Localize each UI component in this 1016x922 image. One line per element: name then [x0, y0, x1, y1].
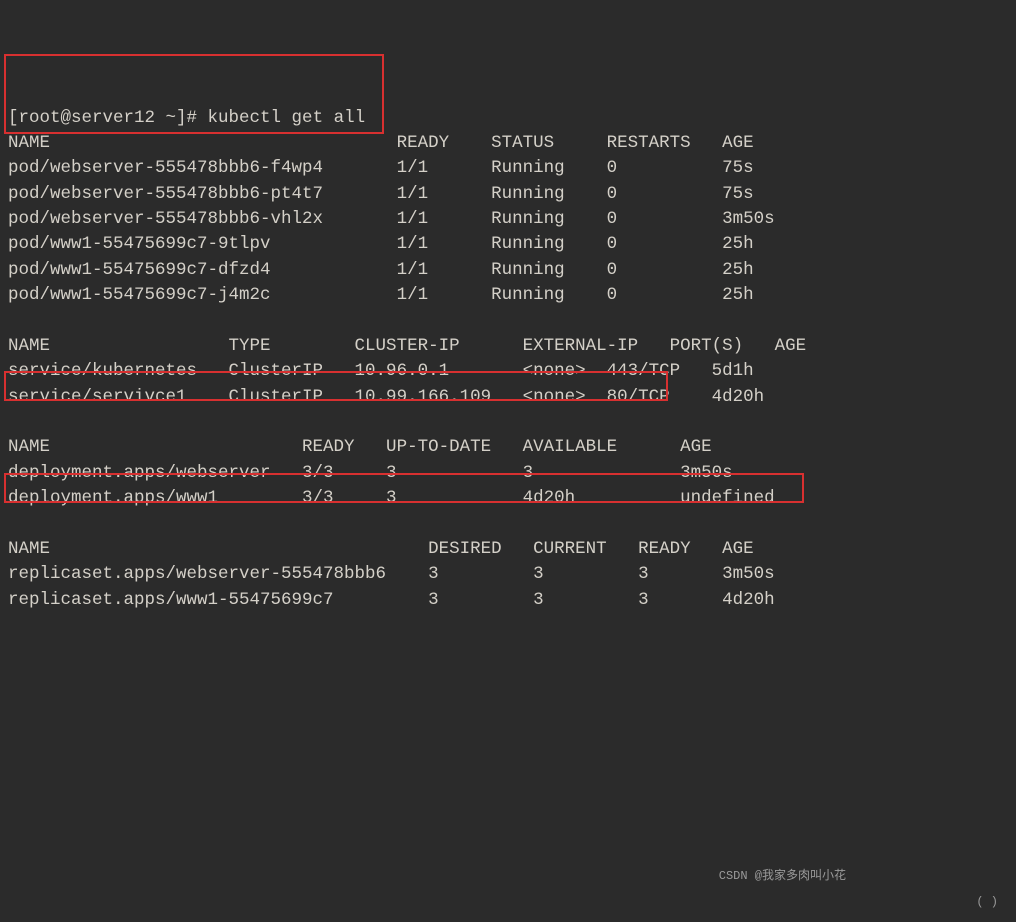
- deployments-header: NAME READY UP-TO-DATE AVAILABLE AGE: [8, 435, 1008, 460]
- terminal-output[interactable]: [root@server12 ~]# kubectl get allNAME R…: [8, 106, 1008, 614]
- replicasets-header: NAME DESIRED CURRENT READY AGE: [8, 537, 1008, 562]
- deployment-row: deployment.apps/webserver 3/3 3 3 3m50s: [8, 461, 1008, 486]
- command-text: kubectl get all: [208, 108, 366, 128]
- replicaset-row: replicaset.apps/www1-55475699c7 3 3 3 4d…: [8, 588, 1008, 613]
- pod-row: pod/webserver-555478bbb6-vhl2x 1/1 Runni…: [8, 207, 1008, 232]
- pod-row: pod/www1-55475699c7-j4m2c 1/1 Running 0 …: [8, 283, 1008, 308]
- deployment-row: deployment.apps/www1 3/3 3 4d20h undefin…: [8, 486, 1008, 511]
- watermark-text-2: ( ): [976, 894, 998, 911]
- shell-prompt: [root@server12 ~]#: [8, 108, 208, 128]
- pods-header: NAME READY STATUS RESTARTS AGE: [8, 131, 1008, 156]
- service-row: service/servivce1 ClusterIP 10.99.166.10…: [8, 385, 1008, 410]
- blank-line: [8, 512, 1008, 537]
- watermark-text: CSDN @我家多肉叫小花: [719, 868, 846, 885]
- pod-row: pod/webserver-555478bbb6-pt4t7 1/1 Runni…: [8, 182, 1008, 207]
- service-row: service/kubernetes ClusterIP 10.96.0.1 <…: [8, 359, 1008, 384]
- pod-row: pod/www1-55475699c7-9tlpv 1/1 Running 0 …: [8, 232, 1008, 257]
- pod-row: pod/webserver-555478bbb6-f4wp4 1/1 Runni…: [8, 156, 1008, 181]
- pod-row: pod/www1-55475699c7-dfzd4 1/1 Running 0 …: [8, 258, 1008, 283]
- services-header: NAME TYPE CLUSTER-IP EXTERNAL-IP PORT(S)…: [8, 334, 1008, 359]
- prompt-line: [root@server12 ~]# kubectl get all: [8, 106, 1008, 131]
- blank-line: [8, 410, 1008, 435]
- blank-line: [8, 309, 1008, 334]
- replicaset-row: replicaset.apps/webserver-555478bbb6 3 3…: [8, 562, 1008, 587]
